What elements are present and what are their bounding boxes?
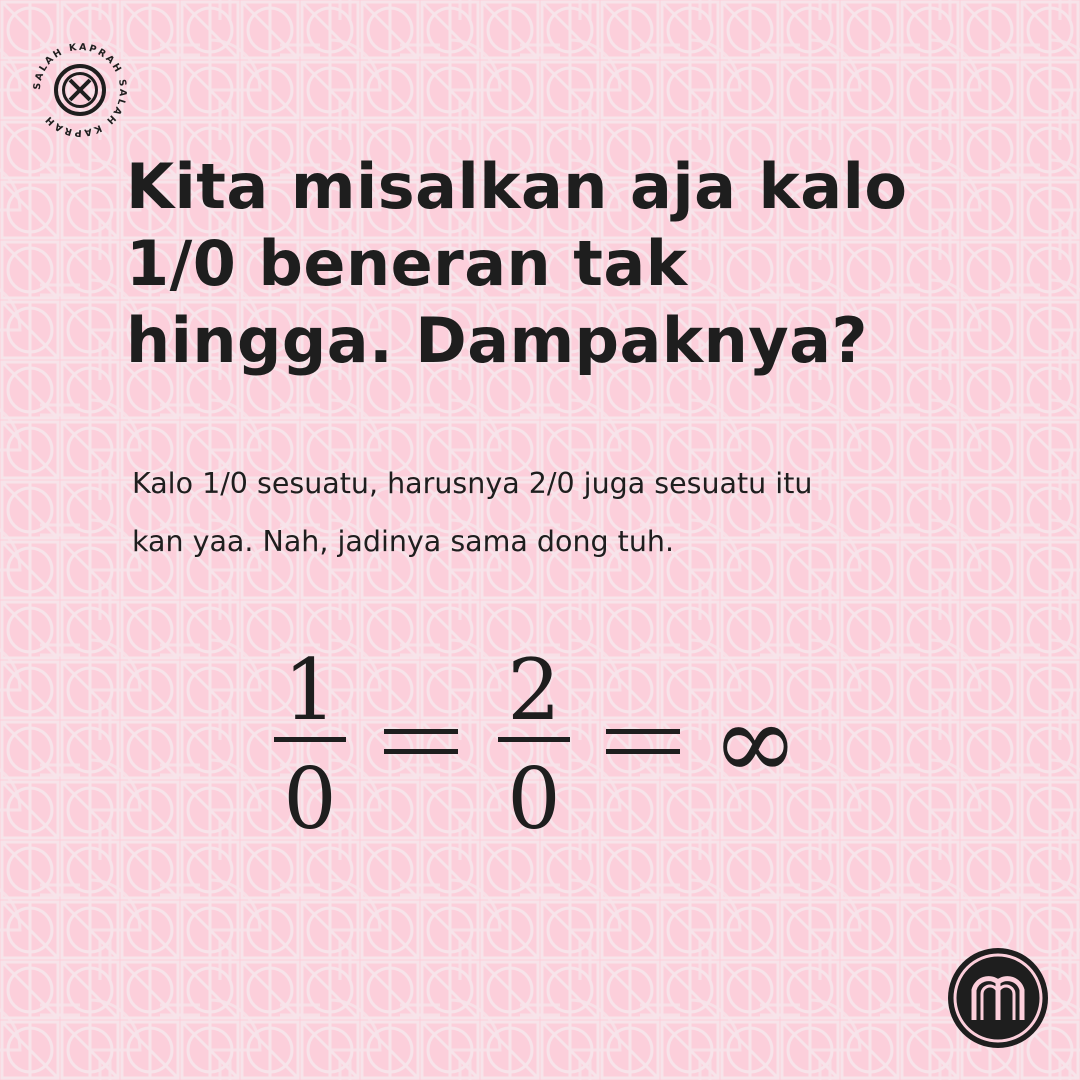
headline-line-2: 1/0 beneran tak xyxy=(126,227,688,300)
headline-line-3: hingga. Dampaknya? xyxy=(126,304,868,377)
headline: Kita misalkan aja kalo 1/0 beneran tak h… xyxy=(126,148,1026,379)
headline-line-1: Kita misalkan aja kalo xyxy=(126,150,908,223)
body-line-2: kan yaa. Nah, jadinya sama dong tuh. xyxy=(132,525,675,558)
body-text: Kalo 1/0 sesuatu, harusnya 2/0 juga sesu… xyxy=(132,455,1032,571)
body-line-1: Kalo 1/0 sesuatu, harusnya 2/0 juga sesu… xyxy=(132,467,813,500)
m-monogram-icon xyxy=(948,948,1048,1048)
salah-kaprah-badge: SALAH KAPRAH SALAH KAPRAH xyxy=(32,42,126,138)
x-circle-icon xyxy=(54,64,106,116)
